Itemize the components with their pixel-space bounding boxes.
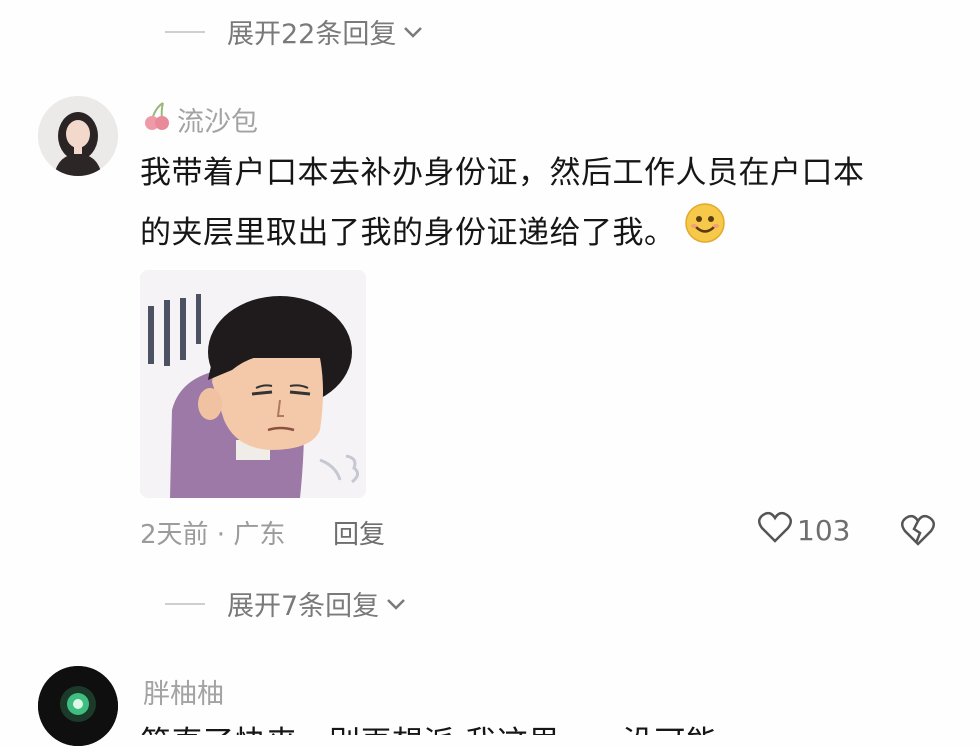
broken-heart-icon bbox=[900, 513, 936, 551]
chevron-down-icon bbox=[402, 16, 424, 47]
heart-icon bbox=[757, 510, 793, 551]
like-button[interactable]: 103 bbox=[757, 510, 850, 551]
smile-emoji-icon bbox=[684, 202, 726, 263]
avatar[interactable] bbox=[38, 96, 118, 176]
sticker-image[interactable] bbox=[140, 270, 366, 498]
comment-time-location: 2天前 · 广东 bbox=[140, 520, 286, 550]
expand-replies-mid[interactable]: 展开7条回复 bbox=[165, 584, 407, 623]
comment-username[interactable]: 流沙包 bbox=[143, 100, 258, 139]
username-label: 胖柚柚 bbox=[143, 679, 224, 710]
avatar[interactable] bbox=[38, 666, 118, 746]
reply-button[interactable]: 回复 bbox=[333, 514, 385, 551]
divider-line bbox=[165, 30, 205, 33]
divider-line bbox=[165, 602, 205, 605]
expand-replies-top[interactable]: 展开22条回复 bbox=[165, 12, 424, 51]
like-count: 103 bbox=[797, 514, 851, 547]
comment-line-2-row: 的夹层里取出了我的身份证递给了我。 bbox=[140, 202, 940, 263]
chevron-down-icon bbox=[385, 588, 407, 619]
dislike-button[interactable] bbox=[900, 513, 936, 551]
comment-line-2: 的夹层里取出了我的身份证递给了我。 bbox=[140, 214, 676, 251]
comment-username[interactable]: 胖柚柚 bbox=[143, 672, 224, 711]
comment-text: 我带着户口本去补办身份证，然后工作人员在户口本 的夹层里取出了我的身份证递给了我… bbox=[140, 144, 940, 263]
cherry-icon bbox=[143, 100, 171, 139]
expand-replies-label: 展开22条回复 bbox=[227, 19, 397, 50]
comment-line-1: 我带着户口本去补办身份证，然后工作人员在户口本 bbox=[140, 155, 865, 191]
comment-line-1: 简直了快来，别再想派 我这里……没可能 bbox=[140, 714, 900, 735]
username-label: 流沙包 bbox=[177, 107, 258, 138]
comment-text-partial: 简直了快来，别再想派 我这里……没可能 bbox=[140, 710, 900, 735]
expand-replies-label: 展开7条回复 bbox=[227, 591, 380, 622]
